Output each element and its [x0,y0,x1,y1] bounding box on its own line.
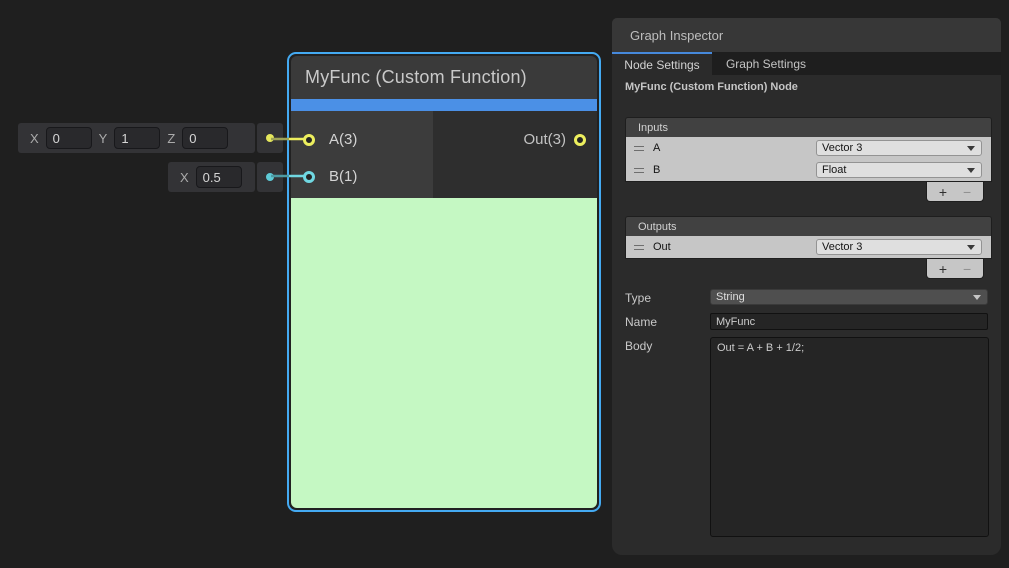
body-field[interactable]: Out = A + B + 1/2; [710,337,989,537]
inspector-node-heading: MyFunc (Custom Function) Node [625,81,798,93]
inputs-list-rows: A Vector 3 B Float [625,137,992,182]
myfunc-node-title: MyFunc (Custom Function) [291,67,527,88]
vector3-output-port-icon[interactable] [266,134,274,142]
input-a-name: A [653,142,660,154]
graph-inspector-title: Graph Inspector [612,28,723,43]
vector3-z-label: Z [167,131,175,146]
dropdown-arrow-icon [973,295,981,300]
dropdown-arrow-icon [967,168,975,173]
shader-graph-canvas[interactable]: X Y Z X MyFunc (Custom Function) A(3) [0,0,1009,568]
outputs-list-rows: Out Vector 3 [625,236,992,259]
port-row-a: A(3) [291,121,433,158]
drag-handle-icon[interactable] [634,168,644,173]
inputs-list: Inputs A Vector 3 B Float [625,117,992,202]
vector3-y-field[interactable] [114,127,160,149]
float-x-label: X [180,170,189,185]
input-row-b[interactable]: B Float [626,159,991,181]
graph-inspector-titlebar[interactable]: Graph Inspector [612,18,1001,52]
dropdown-arrow-icon [967,146,975,151]
myfunc-node[interactable]: MyFunc (Custom Function) A(3) B(1) [287,52,601,512]
input-b-type-value: Float [817,164,846,176]
input-ports-section: A(3) B(1) [291,111,433,198]
vector3-output-stub[interactable] [257,123,283,153]
outputs-list: Outputs Out Vector 3 + − [625,216,992,279]
float-output-port-icon[interactable] [266,173,274,181]
port-row-out: Out(3) [433,121,597,158]
input-b-type-dropdown[interactable]: Float [816,162,982,178]
myfunc-node-content: MyFunc (Custom Function) A(3) B(1) [291,56,597,508]
graph-inspector-panel: Graph Inspector Node Settings Graph Sett… [612,18,1001,555]
outputs-list-footer: + − [926,259,984,279]
vector3-x-field[interactable] [46,127,92,149]
add-input-button[interactable]: + [939,185,947,199]
vector3-z-field[interactable] [182,127,228,149]
remove-input-button[interactable]: − [963,185,971,199]
body-label: Body [625,339,652,353]
drag-handle-icon[interactable] [634,146,644,151]
remove-output-button[interactable]: − [963,262,971,276]
output-out-type-dropdown[interactable]: Vector 3 [816,239,982,255]
type-dropdown[interactable]: String [710,289,988,305]
drag-handle-icon[interactable] [634,245,644,250]
vector3-inline-node[interactable]: X Y Z [18,123,255,153]
port-a-label: A(3) [329,131,357,148]
port-b-label: B(1) [329,168,357,185]
inputs-list-header: Inputs [625,117,992,137]
input-b-name: B [653,164,660,176]
port-row-b: B(1) [291,158,433,195]
myfunc-node-header[interactable]: MyFunc (Custom Function) [291,56,597,99]
output-ports-section: Out(3) [433,111,597,198]
type-value: String [711,291,745,303]
vector3-y-label: Y [99,131,108,146]
node-preview [291,198,597,508]
outputs-list-header: Outputs [625,216,992,236]
tab-node-settings[interactable]: Node Settings [612,52,712,75]
add-output-button[interactable]: + [939,262,947,276]
float-output-stub[interactable] [257,162,283,192]
input-a-type-value: Vector 3 [817,142,862,154]
port-out-label: Out(3) [523,131,566,148]
output-row-out[interactable]: Out Vector 3 [626,236,991,258]
name-label: Name [625,315,657,329]
port-out-icon[interactable] [574,134,586,146]
tab-graph-settings[interactable]: Graph Settings [712,52,820,75]
name-field[interactable] [710,313,988,330]
port-b-icon[interactable] [303,171,315,183]
type-label: Type [625,291,651,305]
inputs-list-footer: + − [926,182,984,202]
output-out-type-value: Vector 3 [817,241,862,253]
input-row-a[interactable]: A Vector 3 [626,137,991,159]
dropdown-arrow-icon [967,245,975,250]
myfunc-node-ports: A(3) B(1) Out(3) [291,111,597,198]
vector3-x-label: X [30,131,39,146]
float-x-field[interactable] [196,166,242,188]
inspector-tab-bar: Node Settings Graph Settings [612,52,1001,75]
output-out-name: Out [653,241,671,253]
float-inline-node[interactable]: X [168,162,255,192]
input-a-type-dropdown[interactable]: Vector 3 [816,140,982,156]
port-a-icon[interactable] [303,134,315,146]
myfunc-node-accent-bar [291,99,597,111]
